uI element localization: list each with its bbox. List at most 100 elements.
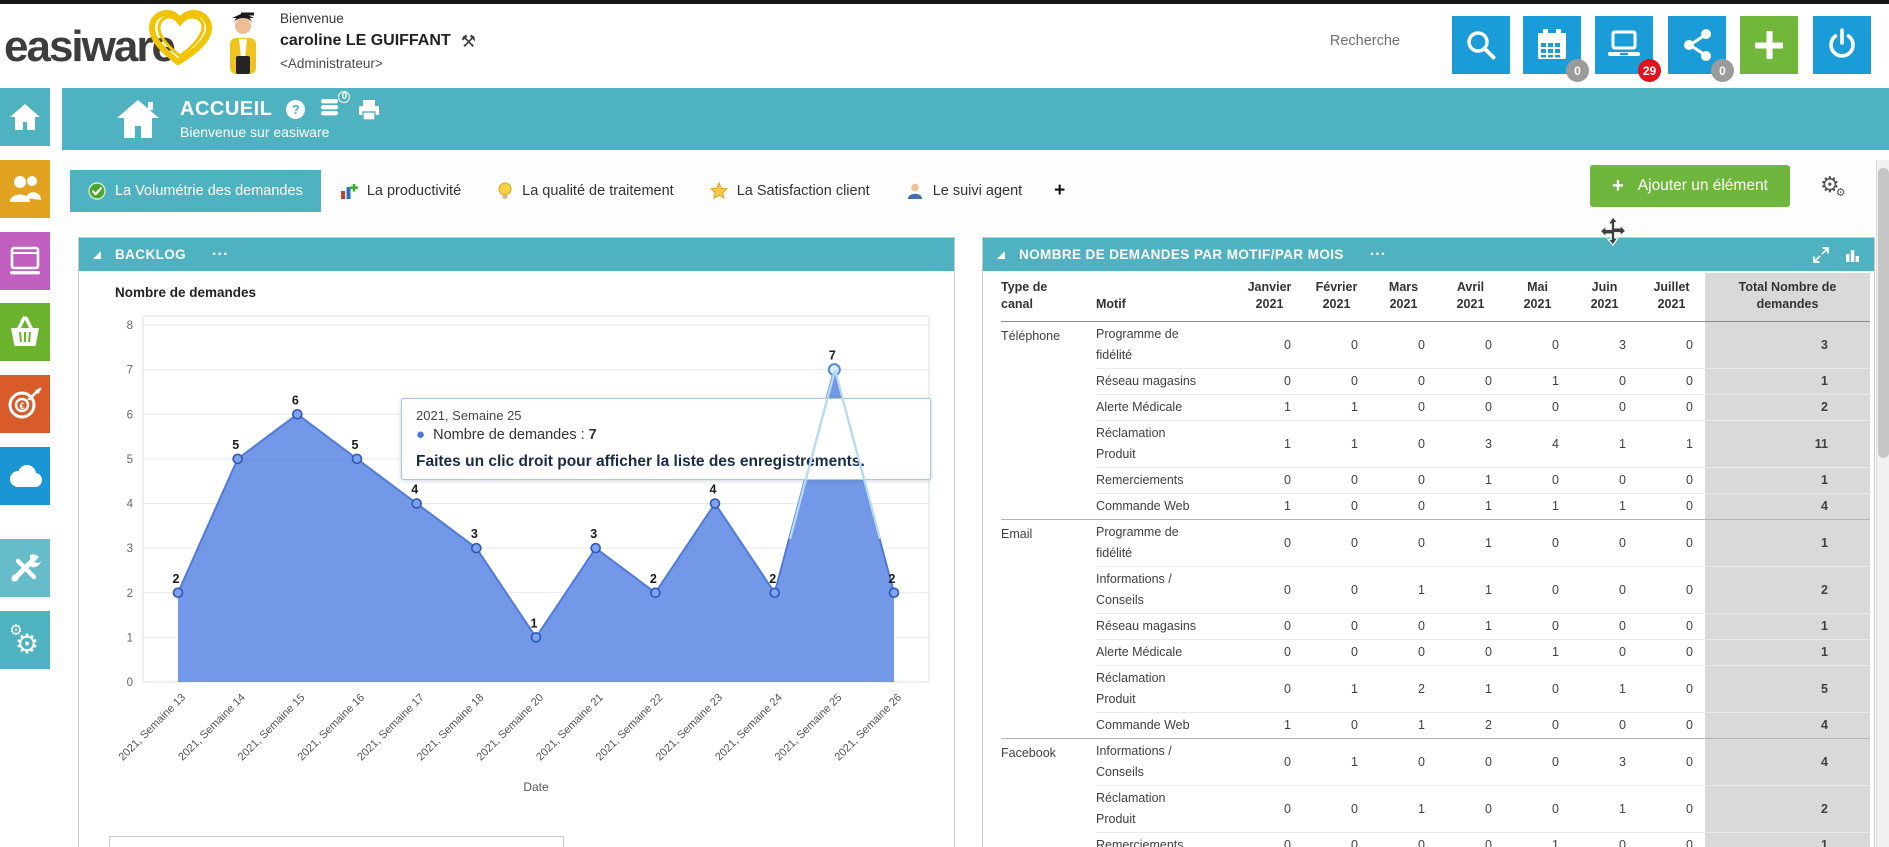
calendar-icon: [1531, 24, 1573, 66]
sidebar-item-tools[interactable]: [0, 539, 50, 597]
value-cell: 0: [1303, 713, 1370, 739]
search-button[interactable]: [1452, 16, 1510, 74]
user-role: <Administrateur>: [280, 57, 476, 71]
backlog-panel-header: BACKLOG ...: [79, 238, 954, 271]
series-bullet-icon: ●: [416, 426, 425, 443]
dashboard-settings-gear-icon[interactable]: ⚙⚙: [1820, 172, 1846, 199]
canal-cell: Facebook: [1001, 739, 1096, 847]
motif-cell: Commande Web: [1096, 494, 1236, 520]
calendar-badge: 0: [1566, 59, 1589, 82]
monitor-icon: [8, 246, 42, 276]
value-cell: 1: [1303, 739, 1370, 786]
value-cell: 0: [1370, 421, 1437, 468]
total-cell: 3: [1705, 322, 1870, 369]
scrollbar-thumb[interactable]: [1878, 168, 1889, 458]
total-cell: 2: [1705, 786, 1870, 833]
value-cell: 0: [1437, 395, 1504, 421]
tab-qualite[interactable]: La qualité de traitement: [479, 170, 692, 212]
screen-badge: 29: [1638, 59, 1661, 82]
gears-icon: ⚙ ⚙: [7, 622, 43, 658]
sidebar-item-cloud[interactable]: [0, 447, 50, 505]
table-row: Réclamation Produit01210105: [1001, 666, 1870, 713]
app-header: easiware Bienvenue caroline LE GUIFFANT …: [0, 4, 1889, 88]
user-avatar[interactable]: [224, 12, 262, 74]
table-row: Alerte Médicale00001001: [1001, 640, 1870, 666]
add-new-button[interactable]: [1740, 16, 1798, 74]
motif-cell: Remerciements: [1096, 468, 1236, 494]
value-cell: 1: [1571, 421, 1638, 468]
table-row: Réclamation Produit00100102: [1001, 786, 1870, 833]
total-cell: 1: [1705, 468, 1870, 494]
value-cell: 0: [1638, 520, 1705, 567]
motif-cell: Informations / Conseils: [1096, 739, 1236, 786]
value-cell: 0: [1370, 640, 1437, 666]
logout-button[interactable]: [1813, 16, 1871, 74]
value-cell: 0: [1303, 614, 1370, 640]
svg-text:5: 5: [232, 438, 239, 452]
value-cell: 0: [1504, 614, 1571, 640]
sidebar-item-settings[interactable]: ⚙ ⚙: [0, 611, 50, 669]
page-scrollbar[interactable]: [1876, 160, 1889, 847]
table-row: Réseau magasins00001001: [1001, 369, 1870, 395]
value-cell: 0: [1303, 520, 1370, 567]
value-cell: 1: [1437, 468, 1504, 494]
sidebar-item-target[interactable]: €: [0, 375, 50, 433]
value-cell: 0: [1236, 322, 1303, 369]
backlog-area-chart[interactable]: 01234567825654313242722021, Semaine 1320…: [79, 271, 956, 847]
total-cell: 2: [1705, 395, 1870, 421]
motif-cell: Alerte Médicale: [1096, 395, 1236, 421]
value-cell: 1: [1437, 494, 1504, 520]
svg-text:2021, Semaine 26: 2021, Semaine 26: [832, 692, 904, 764]
records-stack-icon[interactable]: 0: [319, 96, 343, 123]
tooltip-argument: 2021, Semaine 25: [416, 408, 916, 423]
value-cell: 0: [1236, 369, 1303, 395]
sidebar-item-basket[interactable]: [0, 303, 50, 361]
value-cell: 0: [1303, 640, 1370, 666]
chart-plus-icon: [339, 182, 358, 200]
value-cell: 0: [1370, 395, 1437, 421]
table-row: Remerciements00010001: [1001, 468, 1870, 494]
add-tab-button[interactable]: +: [1040, 170, 1079, 212]
collapse-triangle-icon[interactable]: [997, 251, 1005, 259]
motif-cell: Réclamation Produit: [1096, 421, 1236, 468]
value-cell: 4: [1504, 421, 1571, 468]
sidebar-nav: € ⚙ ⚙: [0, 88, 62, 847]
expand-icon[interactable]: [1813, 247, 1829, 263]
motif-panel-title: NOMBRE DE DEMANDES PAR MOTIF/PAR MOIS: [1019, 247, 1344, 262]
value-cell: 0: [1370, 494, 1437, 520]
value-cell: 0: [1437, 739, 1504, 786]
total-cell: 4: [1705, 713, 1870, 739]
bar-chart-icon[interactable]: [1845, 247, 1860, 262]
svg-text:€: €: [19, 401, 24, 411]
value-cell: 0: [1638, 369, 1705, 395]
sidebar-item-contacts[interactable]: [0, 160, 50, 218]
sidebar-item-screens[interactable]: [0, 232, 50, 290]
share-button[interactable]: 0: [1668, 16, 1726, 74]
user-settings-tools-icon[interactable]: ⚒: [461, 33, 476, 50]
value-cell: 0: [1370, 468, 1437, 494]
value-cell: 0: [1638, 322, 1705, 369]
add-element-button[interactable]: + Ajouter un élément: [1590, 165, 1790, 207]
tab-volumetrie[interactable]: La Volumétrie des demandes: [70, 170, 321, 212]
svg-text:0: 0: [127, 677, 133, 689]
value-cell: 1: [1370, 713, 1437, 739]
screen-button[interactable]: 29: [1595, 16, 1653, 74]
tab-productivite[interactable]: La productivité: [321, 170, 479, 212]
calendar-button[interactable]: 0: [1523, 16, 1581, 74]
banner-home-icon: [115, 98, 161, 140]
value-cell: 0: [1571, 614, 1638, 640]
tab-satisfaction[interactable]: La Satisfaction client: [692, 170, 888, 212]
help-icon[interactable]: ?: [286, 100, 305, 119]
tab-suivi-agent[interactable]: Le suivi agent: [888, 170, 1040, 212]
collapse-triangle-icon[interactable]: [93, 251, 101, 259]
print-icon[interactable]: [357, 99, 381, 121]
search-input[interactable]: [1250, 26, 1400, 56]
total-cell: 4: [1705, 739, 1870, 786]
tooltip-series-label: Nombre de demandes :: [433, 427, 585, 443]
value-cell: 0: [1504, 322, 1571, 369]
value-cell: 0: [1303, 567, 1370, 614]
sidebar-item-home[interactable]: [0, 88, 50, 146]
value-cell: 0: [1638, 567, 1705, 614]
table-row: Réseau magasins00010001: [1001, 614, 1870, 640]
easiware-dashboard: easiware Bienvenue caroline LE GUIFFANT …: [0, 0, 1889, 847]
